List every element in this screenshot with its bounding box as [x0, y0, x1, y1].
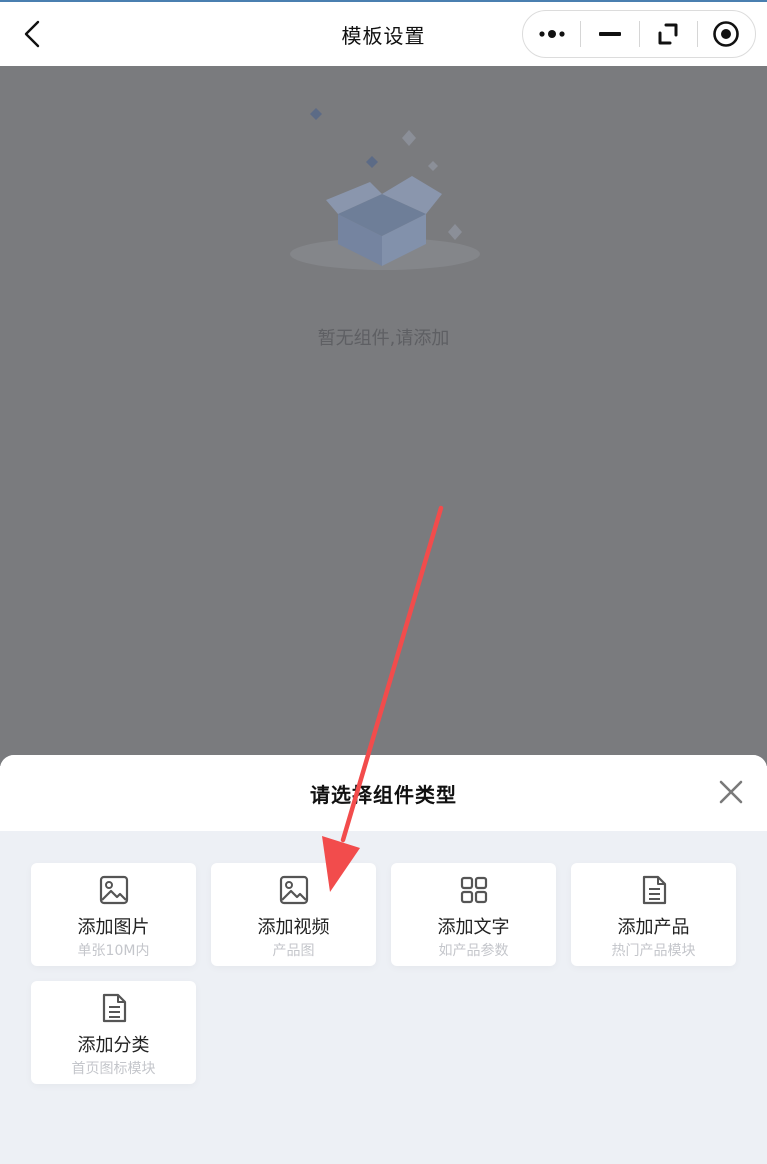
close-icon — [719, 780, 743, 804]
add-video-card[interactable]: 添加视频 产品图 — [211, 863, 376, 966]
nav-bar: 模板设置 — [0, 2, 767, 66]
document-icon — [102, 993, 126, 1023]
grid-icon — [460, 876, 487, 904]
card-subtitle: 单张10M内 — [77, 943, 150, 959]
card-label: 添加产品 — [617, 917, 690, 938]
image-icon — [99, 875, 128, 905]
rotate-icon — [658, 23, 678, 45]
sheet-title: 请选择组件类型 — [310, 783, 457, 807]
card-label: 添加视频 — [257, 917, 330, 938]
add-text-card[interactable]: 添加文字 如产品参数 — [391, 863, 556, 966]
card-subtitle: 首页图标模块 — [71, 1061, 156, 1077]
close-program-button[interactable] — [698, 11, 755, 57]
template-canvas: 暂无组件,请添加 — [0, 66, 767, 766]
card-subtitle: 如产品参数 — [438, 943, 509, 959]
card-subtitle: 产品图 — [272, 943, 315, 959]
rotate-button[interactable] — [640, 11, 697, 57]
record-circle-icon — [713, 21, 740, 47]
add-category-card[interactable]: 添加分类 首页图标模块 — [31, 981, 196, 1084]
empty-state-text: 暂无组件,请添加 — [317, 328, 450, 349]
card-label: 添加文字 — [437, 917, 510, 938]
card-label: 添加图片 — [77, 917, 150, 938]
document-icon — [642, 875, 666, 905]
more-dots-icon — [539, 30, 565, 38]
card-subtitle: 热门产品模块 — [611, 943, 696, 959]
empty-box-icon — [290, 108, 480, 270]
close-sheet-button[interactable] — [716, 777, 746, 807]
card-label: 添加分类 — [77, 1035, 150, 1056]
more-button[interactable] — [523, 11, 580, 57]
mini-program-capsule — [522, 10, 756, 58]
add-image-card[interactable]: 添加图片 单张10M内 — [31, 863, 196, 966]
minimize-icon — [598, 32, 621, 36]
sheet-header: 请选择组件类型 — [0, 755, 767, 831]
add-product-card[interactable]: 添加产品 热门产品模块 — [571, 863, 736, 966]
component-type-sheet: 请选择组件类型 添加图片 单张10M内 添加视频 产品图 添加文字 如产品参数 … — [0, 755, 767, 1164]
minimize-button[interactable] — [581, 11, 638, 57]
image-icon — [279, 875, 308, 905]
